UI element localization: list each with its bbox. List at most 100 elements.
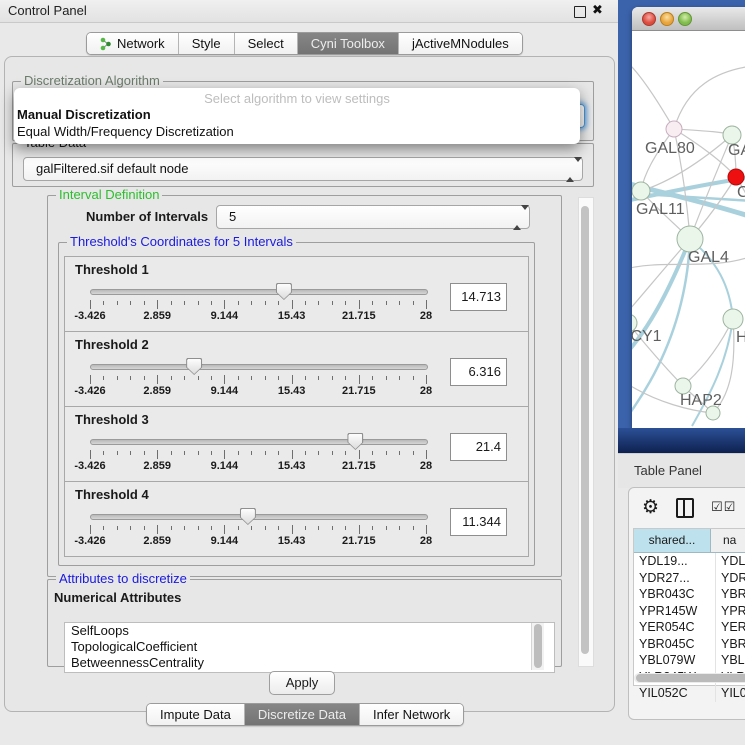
tab-label: Impute Data: [160, 707, 231, 722]
node-label-h: H: [736, 329, 745, 346]
table-data-combobox[interactable]: galFiltered.sif default node: [23, 157, 583, 181]
table-hscrollbar-thumb[interactable]: [636, 674, 745, 682]
tab-jactivemnodules[interactable]: jActiveMNodules: [398, 33, 522, 54]
table-hscrollbar[interactable]: [634, 673, 745, 683]
attribute-list-item[interactable]: SelfLoops: [65, 623, 554, 639]
slider-thumb-handle[interactable]: [347, 433, 363, 450]
table-row[interactable]: YDL19...YDL1: [634, 553, 745, 570]
threshold-value-field[interactable]: 14.713: [450, 283, 507, 311]
network-node-pink[interactable]: [666, 121, 682, 137]
threshold-slider[interactable]: -3.4262.8599.14415.4321.71528: [90, 285, 426, 325]
split-columns-icon[interactable]: [676, 498, 694, 518]
tick-mark: [345, 526, 346, 530]
cell-shared-name[interactable]: YPR145W: [634, 603, 716, 620]
cell-shared-name[interactable]: YER054C: [634, 619, 716, 636]
tick-mark: [184, 526, 185, 530]
table-row[interactable]: YER054CYER0: [634, 619, 745, 636]
cell-shared-name[interactable]: YBL079W: [634, 652, 716, 669]
slider-thumb-handle[interactable]: [240, 508, 256, 525]
network-canvas[interactable]: GAL80GACGAL11GAL4GCY1HHAP2: [632, 31, 745, 428]
close-traffic-light-icon[interactable]: [642, 12, 656, 26]
network-node-green[interactable]: [632, 182, 650, 200]
interval-definition-title: Interval Definition: [56, 188, 162, 202]
network-edge[interactable]: [674, 66, 745, 129]
cell-shared-name[interactable]: YDL19...: [634, 553, 716, 570]
tab-discretize-data[interactable]: Discretize Data: [244, 704, 359, 725]
menu-item-equal-width-frequency[interactable]: Equal Width/Frequency Discretization: [17, 124, 234, 139]
cell-name[interactable]: YBL0: [716, 652, 745, 669]
cell-shared-name[interactable]: YDR27...: [634, 570, 716, 587]
threshold-value-field[interactable]: 11.344: [450, 508, 507, 536]
tab-select[interactable]: Select: [234, 33, 297, 54]
cell-shared-name[interactable]: YIL052C: [634, 685, 716, 702]
tab-style[interactable]: Style: [178, 33, 234, 54]
table-row[interactable]: YBL079WYBL0: [634, 652, 745, 669]
threshold-value-field[interactable]: 6.316: [450, 358, 507, 386]
tick-mark: [305, 301, 306, 305]
tab-network[interactable]: Network: [87, 33, 178, 54]
slider-thumb-handle[interactable]: [276, 283, 292, 300]
tick-mark: [117, 451, 118, 455]
numerical-attributes-list[interactable]: SelfLoopsTopologicalCoefficientBetweenne…: [64, 622, 555, 673]
tab-cyni-toolbox[interactable]: Cyni Toolbox: [297, 33, 398, 54]
cell-name[interactable]: YDL1: [716, 553, 745, 570]
attributes-scrollbar-thumb[interactable]: [534, 624, 542, 668]
slider-track[interactable]: [90, 289, 428, 295]
threshold-slider[interactable]: -3.4262.8599.14415.4321.71528: [90, 510, 426, 550]
cell-name[interactable]: YBR0: [716, 586, 745, 603]
close-icon[interactable]: ✖: [592, 2, 603, 18]
cell-name[interactable]: YDR2: [716, 570, 745, 587]
tick-mark: [413, 526, 414, 530]
tick-label: 15.43: [278, 385, 306, 397]
tick-mark: [130, 451, 131, 455]
slider-track[interactable]: [90, 439, 428, 445]
attribute-list-item[interactable]: BetweennessCentrality: [65, 655, 554, 671]
menu-item-manual-discretization[interactable]: Manual Discretization: [17, 107, 151, 122]
minimize-traffic-light-icon[interactable]: [660, 12, 674, 26]
slider-track[interactable]: [90, 514, 428, 520]
tick-mark: [359, 300, 360, 309]
cell-name[interactable]: YER0: [716, 619, 745, 636]
slider-track[interactable]: [90, 364, 428, 370]
network-node-red[interactable]: [728, 169, 744, 185]
number-of-intervals-combobox[interactable]: 5: [216, 205, 530, 229]
column-header-shared[interactable]: shared...: [634, 529, 711, 552]
cell-name[interactable]: YBR0: [716, 636, 745, 653]
table-row[interactable]: YDR27...YDR2: [634, 570, 745, 587]
threshold-panel: Threshold 3 -3.4262.8599.14415.4321.7152…: [64, 406, 529, 482]
panel-scrollbar[interactable]: [578, 197, 594, 667]
tab-impute-data[interactable]: Impute Data: [147, 704, 244, 725]
zoom-traffic-light-icon[interactable]: [678, 12, 692, 26]
threshold-slider[interactable]: -3.4262.8599.14415.4321.71528: [90, 360, 426, 400]
cell-name[interactable]: YPR1: [716, 603, 745, 620]
network-edge[interactable]: [641, 129, 674, 191]
float-window-icon[interactable]: [574, 6, 586, 18]
node-label-gal11: GAL11: [636, 201, 685, 218]
threshold-value-field[interactable]: 21.4: [450, 433, 507, 461]
checkbox-icons[interactable]: ☑☑: [711, 499, 736, 515]
tick-mark: [103, 376, 104, 380]
slider-tick-labels: -3.4262.8599.14415.4321.71528: [90, 535, 426, 547]
attributes-scrollbar[interactable]: [531, 623, 544, 670]
tab-infer-network[interactable]: Infer Network: [359, 704, 463, 725]
tick-mark: [426, 300, 427, 309]
threshold-slider[interactable]: -3.4262.8599.14415.4321.71528: [90, 435, 426, 475]
cell-shared-name[interactable]: YBR043C: [634, 586, 716, 603]
apply-button[interactable]: Apply: [269, 671, 335, 695]
panel-scrollbar-thumb[interactable]: [581, 206, 589, 654]
cell-shared-name[interactable]: YBR045C: [634, 636, 716, 653]
network-edge[interactable]: [632, 61, 674, 129]
table-row[interactable]: YIL052CYIL0: [634, 685, 745, 702]
table-row[interactable]: YBR045CYBR0: [634, 636, 745, 653]
column-header-name[interactable]: na: [711, 529, 745, 552]
network-node-green[interactable]: [723, 309, 743, 329]
tick-mark: [157, 300, 158, 309]
table-row[interactable]: YBR043CYBR0: [634, 586, 745, 603]
tick-mark: [292, 525, 293, 534]
slider-thumb-handle[interactable]: [186, 358, 202, 375]
cell-name[interactable]: YIL0: [716, 685, 745, 702]
table-row[interactable]: YPR145WYPR1: [634, 603, 745, 620]
attribute-list-item[interactable]: TopologicalCoefficient: [65, 639, 554, 655]
gear-icon[interactable]: ⚙: [642, 496, 659, 519]
tick-mark: [90, 450, 91, 459]
